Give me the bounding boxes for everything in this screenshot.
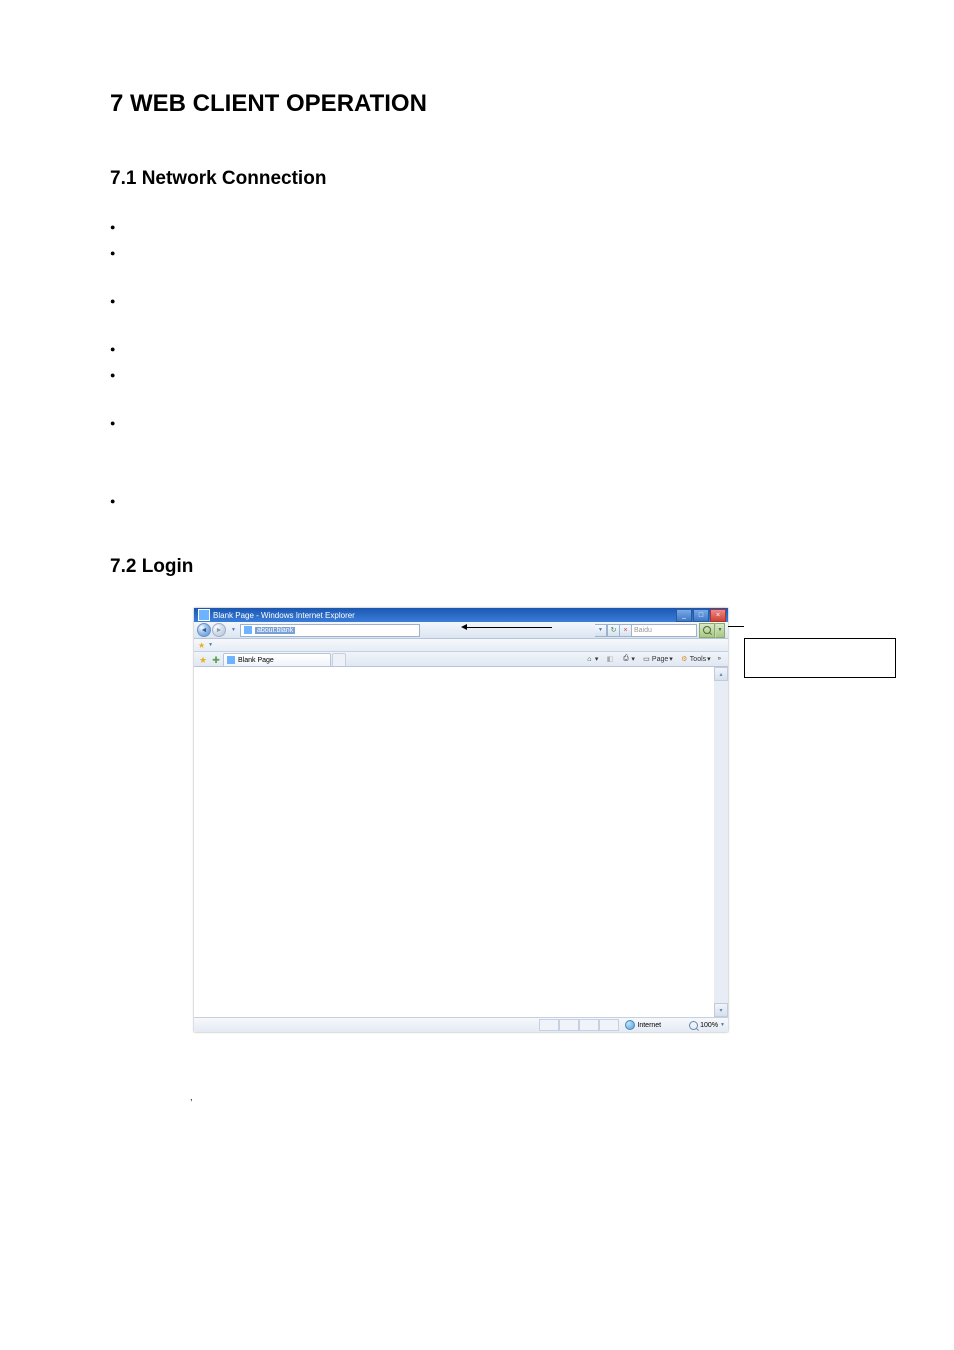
add-favorites-button[interactable]: ✚ — [210, 655, 222, 666]
status-segment — [539, 1019, 559, 1031]
refresh-button[interactable]: ↻ — [607, 624, 620, 637]
scroll-up-button[interactable]: ▴ — [714, 667, 728, 681]
home-button[interactable]: ⌂▾ — [583, 655, 601, 664]
status-segments — [539, 1019, 619, 1031]
tab-blank-page[interactable]: Blank Page — [223, 653, 331, 666]
search-go-button[interactable] — [699, 623, 715, 638]
search-provider-dropdown[interactable]: ▼ — [715, 623, 725, 638]
links-icon: ★ — [198, 641, 205, 650]
print-button[interactable]: ⎙▾ — [619, 655, 637, 664]
page-menu-button[interactable]: ▭Page ▾ — [640, 655, 675, 664]
globe-icon — [625, 1020, 635, 1030]
subsection-heading-2: 7.2 Login — [110, 556, 844, 578]
security-zone[interactable]: Internet — [625, 1020, 661, 1030]
maximize-button[interactable]: □ — [693, 609, 709, 622]
ie-icon — [198, 609, 210, 621]
links-toolbar: ★ ▼ — [194, 639, 728, 652]
bullet-item — [128, 220, 844, 242]
status-segment — [599, 1019, 619, 1031]
minimize-button[interactable]: _ — [676, 609, 692, 622]
zoom-label: 100% — [700, 1022, 718, 1029]
page-icon — [244, 626, 252, 634]
feed-icon: ◧ — [605, 655, 614, 664]
bullet-list — [128, 220, 844, 516]
nav-history-dropdown[interactable]: ▼ — [230, 625, 237, 635]
footnote-mark: , — [190, 1092, 844, 1102]
feeds-button[interactable]: ◧ — [603, 655, 616, 664]
home-icon: ⌂ — [585, 655, 594, 664]
search-input[interactable]: Baidu — [632, 624, 697, 637]
new-tab-button[interactable] — [332, 653, 346, 666]
ie-window: Blank Page - Windows Internet Explorer _… — [194, 608, 728, 1032]
tab-label: Blank Page — [238, 657, 274, 664]
callout-box — [744, 638, 896, 678]
status-bar: Internet 100% ▼ — [194, 1017, 728, 1032]
links-dropdown[interactable]: ▼ — [208, 642, 213, 648]
zoom-icon — [689, 1021, 698, 1030]
command-overflow[interactable]: » — [716, 656, 723, 662]
address-input[interactable]: about:blank — [240, 624, 420, 637]
search-icon — [703, 626, 711, 634]
address-dropdown[interactable]: ▼ — [595, 624, 607, 637]
bullet-item — [128, 368, 844, 390]
close-button[interactable]: × — [710, 609, 726, 622]
window-title: Blank Page - Windows Internet Explorer — [213, 611, 676, 620]
tools-icon: ⚙ — [680, 655, 689, 664]
tab-page-icon — [227, 656, 235, 664]
tools-menu-button[interactable]: ⚙Tools ▾ — [678, 655, 713, 664]
back-button[interactable]: ◄ — [197, 623, 211, 637]
zoom-dropdown-icon: ▼ — [720, 1022, 725, 1028]
bullet-item — [128, 342, 844, 364]
zone-label: Internet — [637, 1022, 661, 1029]
window-titlebar: Blank Page - Windows Internet Explorer _… — [194, 608, 728, 622]
page-content-area: ▴ ▾ — [194, 667, 728, 1017]
bullet-item — [128, 494, 844, 516]
forward-button[interactable]: ► — [212, 623, 226, 637]
zoom-control[interactable]: 100% ▼ — [689, 1021, 725, 1030]
bullet-item — [128, 246, 844, 268]
subsection-heading-1: 7.1 Network Connection — [110, 168, 844, 190]
tab-row: ★ ✚ Blank Page ⌂▾ ◧ ⎙▾ ▭Page ▾ ⚙Tools ▾ … — [194, 652, 728, 667]
section-heading: 7 WEB CLIENT OPERATION — [110, 90, 844, 118]
print-icon: ⎙ — [621, 655, 630, 664]
page-icon: ▭ — [642, 655, 651, 664]
browser-figure: Blank Page - Windows Internet Explorer _… — [194, 608, 844, 1032]
status-segment — [579, 1019, 599, 1031]
address-text: about:blank — [255, 627, 295, 634]
status-segment — [559, 1019, 579, 1031]
callout-arrow — [466, 624, 552, 630]
command-bar: ⌂▾ ◧ ⎙▾ ▭Page ▾ ⚙Tools ▾ » — [346, 652, 725, 666]
scroll-down-button[interactable]: ▾ — [714, 1003, 728, 1017]
bullet-item — [128, 294, 844, 316]
favorites-button[interactable]: ★ — [197, 655, 209, 666]
callout-connector — [728, 626, 744, 627]
stop-button[interactable]: × — [620, 624, 632, 637]
bullet-item — [128, 416, 844, 438]
